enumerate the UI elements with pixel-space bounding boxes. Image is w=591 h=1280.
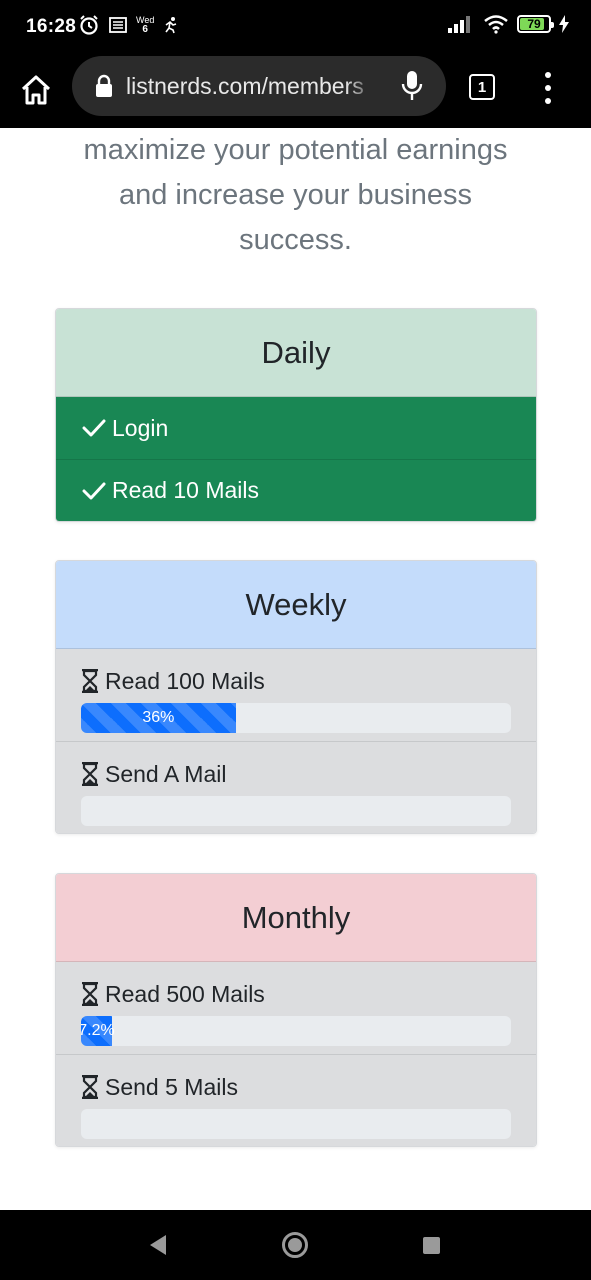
activity-icon	[165, 17, 177, 34]
recent-apps-icon[interactable]	[423, 1237, 440, 1254]
progress-bar: 36%	[81, 703, 236, 733]
daily-card: Daily Login Read 10 Mails	[55, 308, 537, 522]
browser-menu-icon[interactable]	[540, 72, 556, 104]
progress-track: 36%	[81, 703, 511, 733]
monthly-header: Monthly	[56, 874, 536, 962]
weekly-card: Weekly Read 100 Mails 36% Send A Mail	[55, 560, 537, 834]
monthly-item-send-mails: Send 5 Mails	[56, 1054, 536, 1146]
weekly-item-read-mails: Read 100 Mails 36%	[56, 649, 536, 741]
weekly-item-label: Send A Mail	[105, 760, 227, 787]
monthly-item-label: Send 5 Mails	[105, 1073, 238, 1100]
tab-switcher-button[interactable]: 1	[469, 74, 495, 100]
news-icon	[109, 17, 127, 33]
hourglass-icon	[82, 982, 98, 1006]
daily-item-label: Read 10 Mails	[112, 477, 260, 503]
intro-text: maximize your potential earnings and inc…	[83, 134, 508, 256]
lock-icon	[96, 74, 112, 97]
progress-track: 7.2%	[81, 1016, 511, 1046]
browser-toolbar: listnerds.com/members 1	[0, 56, 591, 128]
monthly-item-label: Read 500 Mails	[105, 980, 265, 1007]
daily-item-label: Login	[112, 414, 169, 441]
daily-item-read-mails: Read 10 Mails	[56, 459, 536, 521]
monthly-item-read-mails: Read 500 Mails 7.2%	[56, 962, 536, 1054]
hourglass-icon	[82, 669, 98, 693]
daily-item-login: Login	[56, 397, 536, 459]
check-icon	[82, 482, 106, 499]
hourglass-icon	[82, 762, 98, 786]
battery-icon: 79	[517, 15, 554, 33]
weekly-item-label: Read 100 Mails	[105, 667, 265, 694]
status-time: 16:28	[26, 16, 77, 37]
hourglass-icon	[82, 1075, 98, 1099]
calendar-date-icon: Wed 6	[136, 16, 154, 35]
daily-list: Login Read 10 Mails	[56, 397, 536, 521]
status-right-icons: 79	[447, 14, 569, 34]
status-bar: 16:28 Wed 6 79	[0, 0, 591, 56]
back-icon[interactable]	[148, 1234, 168, 1256]
home-icon[interactable]	[18, 72, 54, 108]
monthly-card: Monthly Read 500 Mails 7.2% Send 5 Mails	[55, 873, 537, 1147]
charging-icon	[559, 15, 569, 33]
check-icon	[82, 419, 106, 437]
system-nav-bar	[0, 1210, 591, 1280]
weekly-header: Weekly	[56, 561, 536, 649]
address-bar[interactable]: listnerds.com/members	[72, 56, 446, 116]
page-content: maximize your potential earnings and inc…	[0, 128, 591, 1210]
weekly-item-send-mail: Send A Mail	[56, 741, 536, 833]
url-text[interactable]: listnerds.com/members	[126, 73, 376, 100]
progress-bar: 7.2%	[81, 1016, 115, 1046]
home-circle-icon[interactable]	[282, 1232, 308, 1258]
battery-level: 79	[527, 17, 541, 31]
wifi-icon	[484, 15, 508, 34]
status-left-icons: Wed 6	[78, 14, 180, 36]
alarm-icon	[80, 15, 98, 35]
progress-track	[81, 796, 511, 826]
daily-header: Daily	[56, 309, 536, 397]
calendar-date: 6	[142, 24, 148, 35]
microphone-icon[interactable]	[400, 70, 424, 102]
progress-track	[81, 1109, 511, 1139]
signal-icon	[448, 16, 470, 33]
